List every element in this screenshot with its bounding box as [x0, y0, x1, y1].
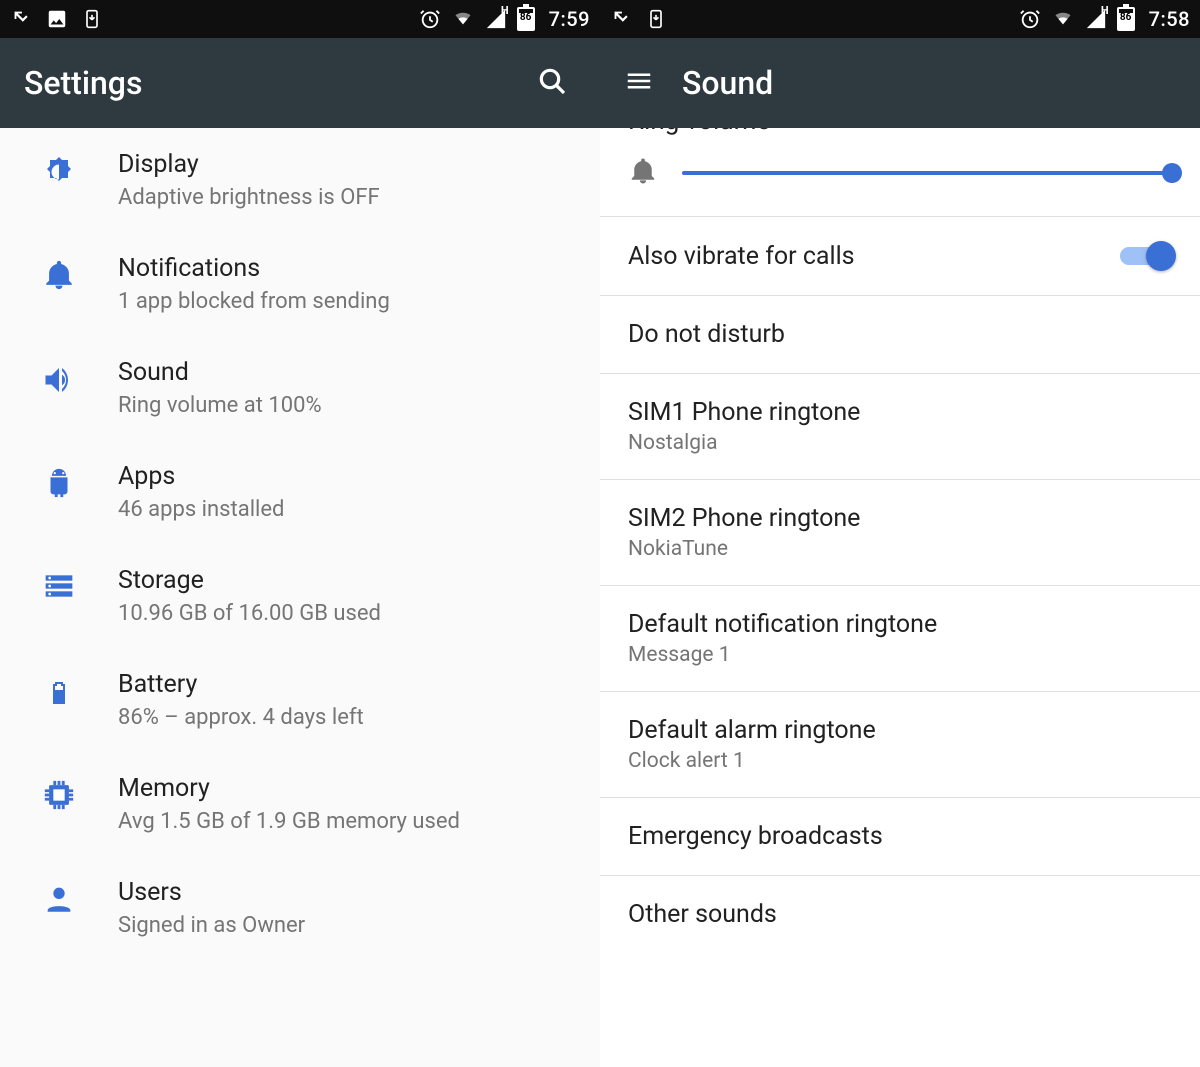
item-title: SIM2 Phone ringtone: [628, 504, 1172, 533]
download-icon: [82, 8, 102, 30]
settings-item-notifications[interactable]: Notifications 1 app blocked from sending: [0, 232, 600, 336]
item-subtitle: Ring volume at 100%: [118, 393, 580, 418]
missed-call-icon: [10, 8, 32, 30]
item-subtitle: Clock alert 1: [628, 749, 1172, 773]
ring-volume-slider[interactable]: [682, 171, 1172, 175]
item-subtitle: Message 1: [628, 643, 1172, 667]
signal-icon: H: [1085, 8, 1107, 30]
battery-icon: [47, 674, 71, 716]
bell-icon: [42, 258, 76, 296]
item-subtitle: 46 apps installed: [118, 497, 580, 522]
settings-item-users[interactable]: Users Signed in as Owner: [0, 856, 600, 960]
image-icon: [46, 8, 68, 30]
settings-item-memory[interactable]: Memory Avg 1.5 GB of 1.9 GB memory used: [0, 752, 600, 856]
item-title: Other sounds: [628, 900, 1172, 929]
item-title: Default notification ringtone: [628, 610, 1172, 639]
item-subtitle: 86% – approx. 4 days left: [118, 705, 580, 730]
sound-screen: H 86 7:58 Sound Ring volume: [600, 0, 1200, 1067]
menu-button[interactable]: [624, 66, 682, 100]
status-bar: H 86 7:59: [0, 0, 600, 38]
settings-item-storage[interactable]: Storage 10.96 GB of 16.00 GB used: [0, 544, 600, 648]
item-title: Display: [118, 150, 580, 179]
signal-icon: H: [485, 8, 507, 30]
android-icon: [42, 466, 76, 504]
slider-thumb[interactable]: [1162, 163, 1182, 183]
ring-volume-slider-row: [600, 144, 1200, 216]
clock-text: 7:59: [549, 7, 590, 31]
alarm-icon: [419, 8, 441, 30]
settings-list: Display Adaptive brightness is OFF Notif…: [0, 128, 600, 960]
item-title: Emergency broadcasts: [628, 822, 1172, 851]
item-subtitle: Avg 1.5 GB of 1.9 GB memory used: [118, 809, 580, 834]
sound-item-sim2-ringtone[interactable]: SIM2 Phone ringtone NokiaTune: [600, 480, 1200, 585]
volume-icon: [41, 362, 77, 402]
status-bar: H 86 7:58: [600, 0, 1200, 38]
sound-list[interactable]: Ring volume Also vibrate for calls Do no…: [600, 128, 1200, 1067]
page-title: Sound: [682, 64, 773, 102]
settings-item-display[interactable]: Display Adaptive brightness is OFF: [0, 128, 600, 232]
item-subtitle: Signed in as Owner: [118, 913, 580, 938]
item-title: Notifications: [118, 254, 580, 283]
sound-item-dnd[interactable]: Do not disturb: [600, 296, 1200, 373]
item-title: Also vibrate for calls: [628, 242, 1120, 271]
item-title: Memory: [118, 774, 580, 803]
vibrate-switch[interactable]: [1120, 241, 1172, 271]
battery-status-icon: 86: [517, 7, 535, 31]
settings-item-apps[interactable]: Apps 46 apps installed: [0, 440, 600, 544]
sound-item-other-sounds[interactable]: Other sounds: [600, 876, 1200, 953]
battery-status-icon: 86: [1117, 7, 1135, 31]
person-icon: [42, 882, 76, 920]
item-subtitle: 1 app blocked from sending: [118, 289, 580, 314]
item-title: Do not disturb: [628, 320, 1172, 349]
item-subtitle: 10.96 GB of 16.00 GB used: [118, 601, 580, 626]
brightness-icon: [41, 154, 77, 194]
missed-call-icon: [610, 8, 632, 30]
sound-item-notification-ringtone[interactable]: Default notification ringtone Message 1: [600, 586, 1200, 691]
item-subtitle: Adaptive brightness is OFF: [118, 185, 580, 210]
storage-icon: [39, 570, 79, 606]
item-title: Users: [118, 878, 580, 907]
download-icon: [646, 8, 666, 30]
app-bar: Settings: [0, 38, 600, 128]
sound-item-emergency[interactable]: Emergency broadcasts: [600, 798, 1200, 875]
wifi-icon: [1051, 9, 1075, 29]
app-bar: Sound: [600, 38, 1200, 128]
bell-icon: [628, 156, 658, 190]
settings-screen: H 86 7:59 Settings Display Adaptive brig…: [0, 0, 600, 1067]
item-title: Default alarm ringtone: [628, 716, 1172, 745]
item-title: Battery: [118, 670, 580, 699]
settings-item-sound[interactable]: Sound Ring volume at 100%: [0, 336, 600, 440]
settings-item-battery[interactable]: Battery 86% – approx. 4 days left: [0, 648, 600, 752]
search-button[interactable]: [528, 57, 576, 109]
sound-item-vibrate[interactable]: Also vibrate for calls: [600, 217, 1200, 295]
item-subtitle: NokiaTune: [628, 537, 1172, 561]
sound-item-alarm-ringtone[interactable]: Default alarm ringtone Clock alert 1: [600, 692, 1200, 797]
sound-item-sim1-ringtone[interactable]: SIM1 Phone ringtone Nostalgia: [600, 374, 1200, 479]
memory-icon: [40, 778, 78, 816]
ring-volume-label: Ring volume: [628, 128, 1172, 136]
wifi-icon: [451, 9, 475, 29]
item-title: SIM1 Phone ringtone: [628, 398, 1172, 427]
alarm-icon: [1019, 8, 1041, 30]
item-title: Sound: [118, 358, 580, 387]
item-title: Apps: [118, 462, 580, 491]
item-title: Storage: [118, 566, 580, 595]
item-subtitle: Nostalgia: [628, 431, 1172, 455]
clock-text: 7:58: [1149, 7, 1190, 31]
page-title: Settings: [24, 64, 142, 102]
